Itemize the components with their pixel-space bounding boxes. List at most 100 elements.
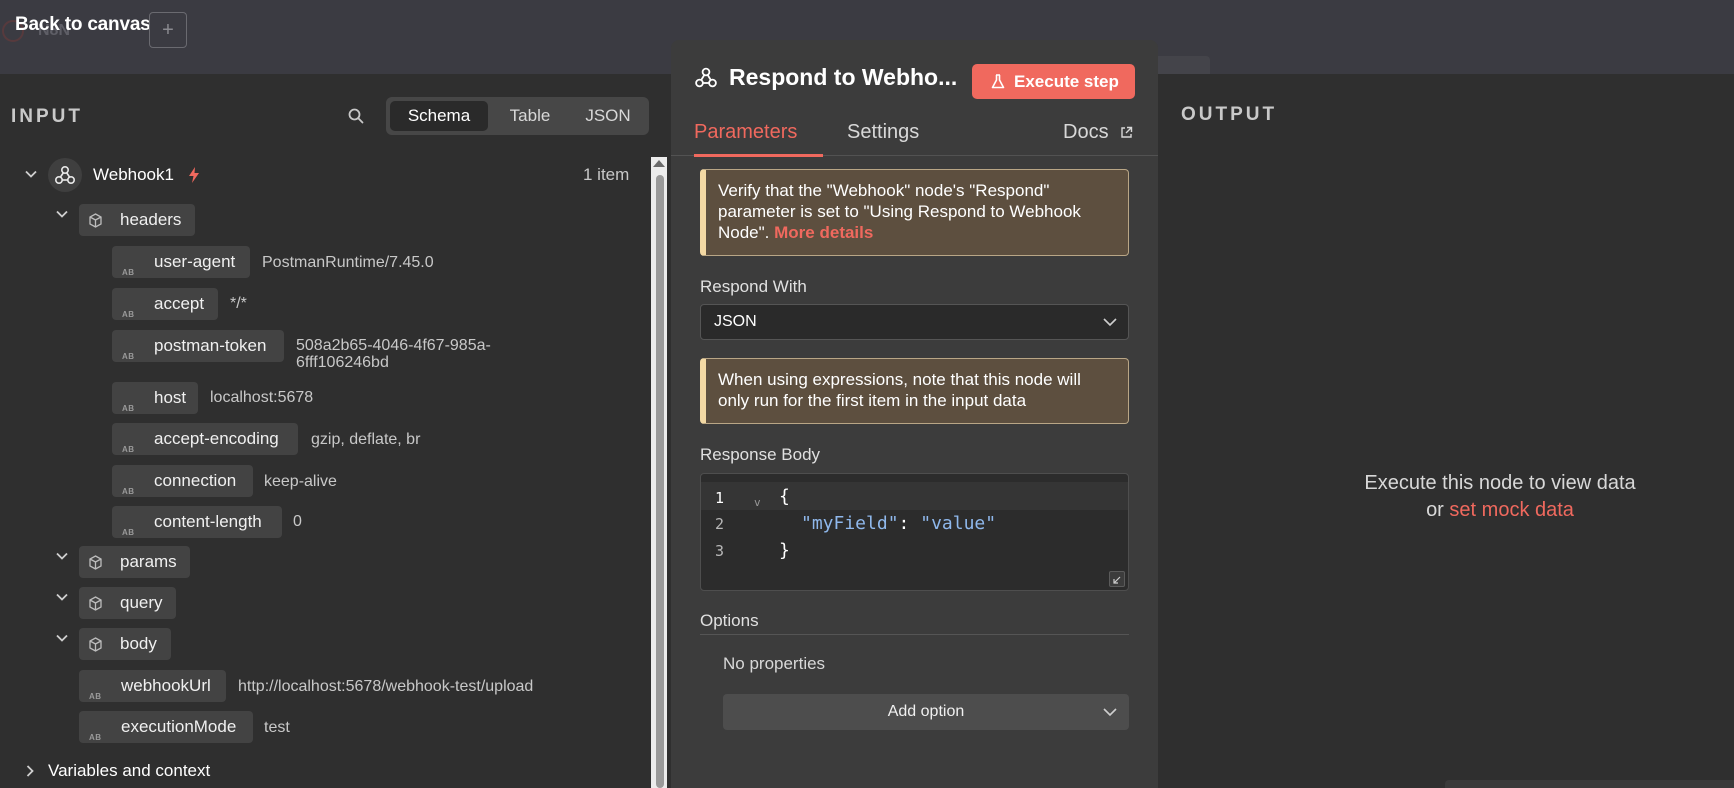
schema-field[interactable]: AB content-length bbox=[112, 506, 282, 538]
tab-parameters[interactable]: Parameters bbox=[694, 121, 797, 144]
schema-object-params[interactable]: params bbox=[79, 546, 190, 578]
back-to-canvas-link[interactable]: Back to canvas bbox=[15, 14, 151, 36]
output-or: or bbox=[1426, 499, 1444, 521]
schema-key: webhookUrl bbox=[121, 676, 211, 695]
schema-key: accept bbox=[154, 294, 205, 313]
schema-value: PostmanRuntime/7.45.0 bbox=[262, 254, 434, 271]
schema-field[interactable]: AB postman-token bbox=[112, 330, 284, 362]
chevron-down-icon[interactable] bbox=[56, 632, 68, 644]
chevron-down-icon[interactable] bbox=[56, 591, 68, 603]
notice-text: When using expressions, note that this n… bbox=[718, 370, 1081, 410]
code-line-3: } bbox=[779, 540, 790, 561]
output-title: OUTPUT bbox=[1181, 104, 1278, 125]
set-mock-data-link[interactable]: set mock data bbox=[1449, 499, 1574, 521]
view-table-button[interactable]: Table bbox=[492, 101, 568, 131]
active-tab-indicator bbox=[694, 154, 823, 157]
schema-key: host bbox=[154, 388, 187, 407]
chevron-down-icon bbox=[1103, 708, 1117, 717]
schema-key: user-agent bbox=[154, 252, 236, 271]
chevron-down-icon bbox=[1103, 318, 1117, 327]
respond-with-select[interactable]: JSON bbox=[700, 304, 1129, 340]
respond-with-label: Respond With bbox=[700, 277, 807, 296]
expressions-notice: When using expressions, note that this n… bbox=[700, 358, 1129, 424]
line-number: 2 bbox=[715, 515, 725, 533]
node-title[interactable]: Respond to Webho... bbox=[729, 64, 957, 91]
options-label: Options bbox=[700, 611, 759, 630]
schema-value: localhost:5678 bbox=[210, 389, 314, 406]
add-option-label: Add option bbox=[887, 703, 965, 720]
schema-value: keep-alive bbox=[264, 473, 337, 490]
scroll-up-arrow[interactable] bbox=[653, 160, 665, 167]
expand-editor-icon[interactable] bbox=[1109, 571, 1125, 587]
schema-value: gzip, deflate, br bbox=[311, 431, 421, 448]
string-type-icon: AB bbox=[122, 310, 135, 319]
schema-value: 508a2b65-4046-4f67-985a- bbox=[296, 337, 491, 354]
fold-icon[interactable]: v bbox=[754, 496, 761, 509]
schema-key: connection bbox=[154, 471, 237, 490]
execute-step-button[interactable]: Execute step bbox=[972, 64, 1135, 99]
schema-field[interactable]: AB webhookUrl bbox=[79, 670, 226, 702]
string-type-icon: AB bbox=[122, 487, 135, 496]
json-key: "myField" bbox=[801, 513, 899, 534]
respond-with-value: JSON bbox=[714, 313, 757, 330]
schema-key: headers bbox=[120, 210, 182, 229]
view-json-button[interactable]: JSON bbox=[570, 101, 646, 131]
line-number: 1 bbox=[715, 489, 725, 507]
string-type-icon: AB bbox=[122, 404, 135, 413]
schema-object-headers[interactable]: headers bbox=[79, 204, 195, 236]
webhook-respond-notice: Verify that the "Webhook" node's "Respon… bbox=[700, 169, 1129, 256]
tab-docs[interactable]: Docs bbox=[1063, 121, 1109, 144]
view-schema-button[interactable]: Schema bbox=[390, 101, 488, 131]
schema-field[interactable]: AB user-agent bbox=[112, 246, 250, 278]
schema-object-query[interactable]: query bbox=[79, 587, 176, 619]
schema-key: body bbox=[120, 634, 157, 653]
schema-value: test bbox=[264, 719, 290, 736]
schema-object-body[interactable]: body bbox=[79, 628, 171, 660]
code-line-1: { bbox=[779, 486, 790, 507]
add-node-button[interactable]: + bbox=[149, 12, 187, 48]
schema-field[interactable]: AB accept bbox=[112, 288, 218, 320]
schema-value: http://localhost:5678/webhook-test/uploa… bbox=[238, 678, 534, 695]
more-details-link[interactable]: More details bbox=[774, 223, 873, 242]
no-properties-text: No properties bbox=[723, 654, 826, 673]
chevron-right-icon[interactable] bbox=[24, 765, 36, 777]
notice-text: Verify that the "Webhook" node's "Respon… bbox=[718, 181, 1081, 242]
object-cube-icon bbox=[89, 637, 102, 652]
scrollbar-thumb[interactable] bbox=[656, 175, 664, 788]
json-separator: : bbox=[898, 513, 921, 534]
input-title: INPUT bbox=[11, 106, 83, 127]
schema-field[interactable]: AB connection bbox=[112, 465, 253, 497]
string-type-icon: AB bbox=[122, 352, 135, 361]
schema-field[interactable]: AB executionMode bbox=[79, 711, 253, 743]
string-type-icon: AB bbox=[89, 733, 102, 742]
parameter-tabs: Parameters Settings Docs bbox=[671, 112, 1158, 157]
item-count: 1 item bbox=[583, 165, 630, 184]
input-node-name[interactable]: Webhook1 bbox=[93, 165, 174, 185]
string-type-icon: AB bbox=[122, 528, 135, 537]
chevron-down-icon[interactable] bbox=[56, 208, 68, 220]
chevron-down-icon[interactable] bbox=[56, 550, 68, 562]
external-link-icon[interactable] bbox=[1120, 126, 1133, 139]
schema-value: */* bbox=[230, 295, 247, 312]
schema-field[interactable]: AB host bbox=[112, 382, 198, 414]
output-empty-state: Execute this node to view data or set mo… bbox=[1300, 470, 1700, 524]
search-icon[interactable] bbox=[347, 107, 365, 125]
webhook-node-icon bbox=[48, 158, 82, 192]
output-message: Execute this node to view data bbox=[1364, 472, 1636, 494]
variables-and-context[interactable]: Variables and context bbox=[48, 761, 210, 781]
object-cube-icon bbox=[89, 213, 102, 228]
line-number: 3 bbox=[715, 542, 725, 560]
schema-field[interactable]: AB accept-encoding bbox=[112, 423, 298, 455]
schema-key: accept-encoding bbox=[154, 429, 279, 448]
string-type-icon: AB bbox=[122, 445, 135, 454]
chevron-down-icon[interactable] bbox=[25, 168, 37, 180]
options-divider bbox=[700, 634, 1129, 635]
parameters-panel: Respond to Webho... Execute step Paramet… bbox=[671, 40, 1158, 788]
response-body-editor[interactable]: 1 2 3 v { "myField": "value" } bbox=[700, 473, 1129, 591]
json-value: "value" bbox=[920, 513, 997, 534]
tab-settings[interactable]: Settings bbox=[847, 121, 919, 144]
schema-key: query bbox=[120, 593, 163, 612]
view-toggle: Schema Table JSON bbox=[386, 97, 649, 135]
schema-key: content-length bbox=[154, 512, 262, 531]
add-option-button[interactable]: Add option bbox=[723, 694, 1129, 730]
